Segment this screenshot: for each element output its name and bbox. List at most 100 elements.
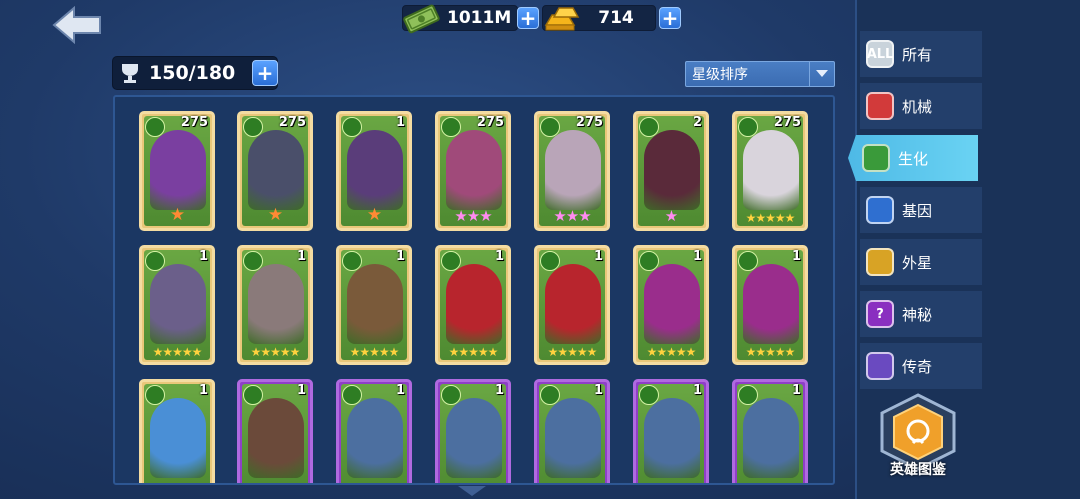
hero-portrait: [347, 130, 403, 210]
hero-level: 1: [198, 383, 208, 398]
mystery-icon: ?: [866, 300, 894, 328]
biochem-flask-icon: [441, 251, 461, 271]
sidebar-item-1[interactable]: 机械: [860, 83, 982, 129]
hero-card[interactable]: 1 ★★★★★: [237, 245, 313, 365]
biochem-flask-icon: [738, 117, 758, 137]
scroll-down-icon[interactable]: [458, 486, 486, 496]
hero-level: 1: [593, 249, 603, 264]
hero-portrait: [743, 264, 799, 344]
sidebar-item-2[interactable]: 生化: [848, 135, 978, 181]
hero-card[interactable]: 1 ★★★★★: [732, 245, 808, 365]
hero-level: 1: [494, 383, 504, 398]
hero-card[interactable]: 275 ★★★★★: [732, 111, 808, 231]
biochem-flask-icon: [738, 385, 758, 405]
hero-portrait: [545, 398, 601, 478]
sort-selected-value: 星级排序: [692, 67, 748, 83]
back-button[interactable]: [52, 5, 104, 45]
hero-card[interactable]: 1: [139, 379, 215, 483]
hero-level: 1: [692, 249, 702, 264]
hero-card[interactable]: 1: [732, 379, 808, 483]
biochem-flask-icon: [145, 117, 165, 137]
sidebar-item-5[interactable]: ? 神秘: [860, 291, 982, 337]
hero-codex-button[interactable]: 英雄图鉴: [870, 393, 966, 485]
sidebar-item-label: 机械: [902, 97, 933, 116]
hero-stars: ★★★★★: [745, 345, 796, 359]
sidebar-item-3[interactable]: 基因: [860, 187, 982, 233]
hero-card[interactable]: 1 ★: [336, 111, 412, 231]
hero-level: 1: [791, 249, 801, 264]
sidebar-item-0[interactable]: ALL 所有: [860, 31, 982, 77]
hero-level: 275: [180, 115, 208, 130]
biochem-flask-icon: [145, 385, 165, 405]
hero-card[interactable]: 1: [237, 379, 313, 483]
gold-counter: 714 +: [542, 4, 681, 32]
hero-level: 1: [593, 383, 603, 398]
hero-card[interactable]: 275 ★★★: [435, 111, 511, 231]
hero-level: 1: [296, 383, 306, 398]
hero-level: 1: [692, 383, 702, 398]
hero-card[interactable]: 275 ★: [139, 111, 215, 231]
hero-level: 1: [395, 115, 405, 130]
sort-dropdown[interactable]: 星级排序: [685, 61, 835, 87]
hero-card[interactable]: 1: [534, 379, 610, 483]
capacity-label: 150/180: [149, 62, 236, 84]
hero-level: 1: [791, 383, 801, 398]
add-gold-button[interactable]: +: [659, 7, 681, 29]
hero-portrait: [545, 264, 601, 344]
hero-portrait: [644, 264, 700, 344]
hero-stars: ★: [169, 205, 185, 225]
biochem-flask-icon: [441, 385, 461, 405]
hero-portrait: [347, 398, 403, 478]
hero-level: 275: [278, 115, 306, 130]
hero-level: 1: [494, 249, 504, 264]
hero-portrait: [743, 130, 799, 210]
hero-stars: ★★★★★: [547, 345, 598, 359]
hero-stars: ★★★★★: [349, 345, 400, 359]
hero-stars: ★★★: [553, 207, 591, 225]
back-arrow-icon: [52, 5, 101, 45]
biochem-flask-icon: [540, 117, 560, 137]
hero-portrait: [150, 264, 206, 344]
hero-card[interactable]: 1 ★★★★★: [534, 245, 610, 365]
hero-card[interactable]: 2 ★: [633, 111, 709, 231]
hero-card[interactable]: 1: [435, 379, 511, 483]
hero-codex-label: 英雄图鉴: [890, 462, 946, 478]
biochem-flask-icon: [639, 385, 659, 405]
hero-level: 275: [773, 115, 801, 130]
hero-card[interactable]: 1: [633, 379, 709, 483]
biochem-flask-icon: [342, 385, 362, 405]
hero-portrait: [545, 130, 601, 210]
hero-card[interactable]: 1 ★★★★★: [336, 245, 412, 365]
hero-card[interactable]: 1 ★★★★★: [435, 245, 511, 365]
hero-level: 1: [395, 383, 405, 398]
biochem-flask-icon: [243, 385, 263, 405]
hero-card[interactable]: 275 ★★★: [534, 111, 610, 231]
hero-grid: 275 ★ 275 ★ 1 ★ 275 ★★★ 275 ★★★ 2 ★ 275 ★★★★★ 1 ★★★★★ 1 ★…: [113, 95, 835, 485]
hero-portrait: [248, 264, 304, 344]
hero-card[interactable]: 275 ★: [237, 111, 313, 231]
hero-level: 275: [575, 115, 603, 130]
hero-stars: ★: [366, 205, 382, 225]
hero-stars: ★★★★★: [448, 345, 499, 359]
dna-icon: [866, 196, 894, 224]
biochem-flask-icon: [639, 251, 659, 271]
alien-icon: [866, 248, 894, 276]
gold-bars-icon: [542, 3, 582, 37]
sidebar-item-4[interactable]: 外星: [860, 239, 982, 285]
cash-icon: [402, 2, 440, 38]
sidebar-item-6[interactable]: 传奇: [860, 343, 982, 389]
hero-stars: ★★★: [454, 207, 492, 225]
hero-portrait: [743, 398, 799, 478]
biochem-flask-icon: [639, 117, 659, 137]
hero-stars: ★: [664, 207, 678, 225]
hero-card[interactable]: 1 ★★★★★: [139, 245, 215, 365]
hero-level: 2: [692, 115, 702, 130]
hero-card[interactable]: 1: [336, 379, 412, 483]
hero-portrait: [644, 398, 700, 478]
hero-card[interactable]: 1 ★★★★★: [633, 245, 709, 365]
biochem-flask-icon: [441, 117, 461, 137]
add-cash-button[interactable]: +: [517, 7, 539, 29]
hero-level: 1: [395, 249, 405, 264]
expand-capacity-button[interactable]: +: [252, 60, 278, 86]
hero-level: 1: [198, 249, 208, 264]
